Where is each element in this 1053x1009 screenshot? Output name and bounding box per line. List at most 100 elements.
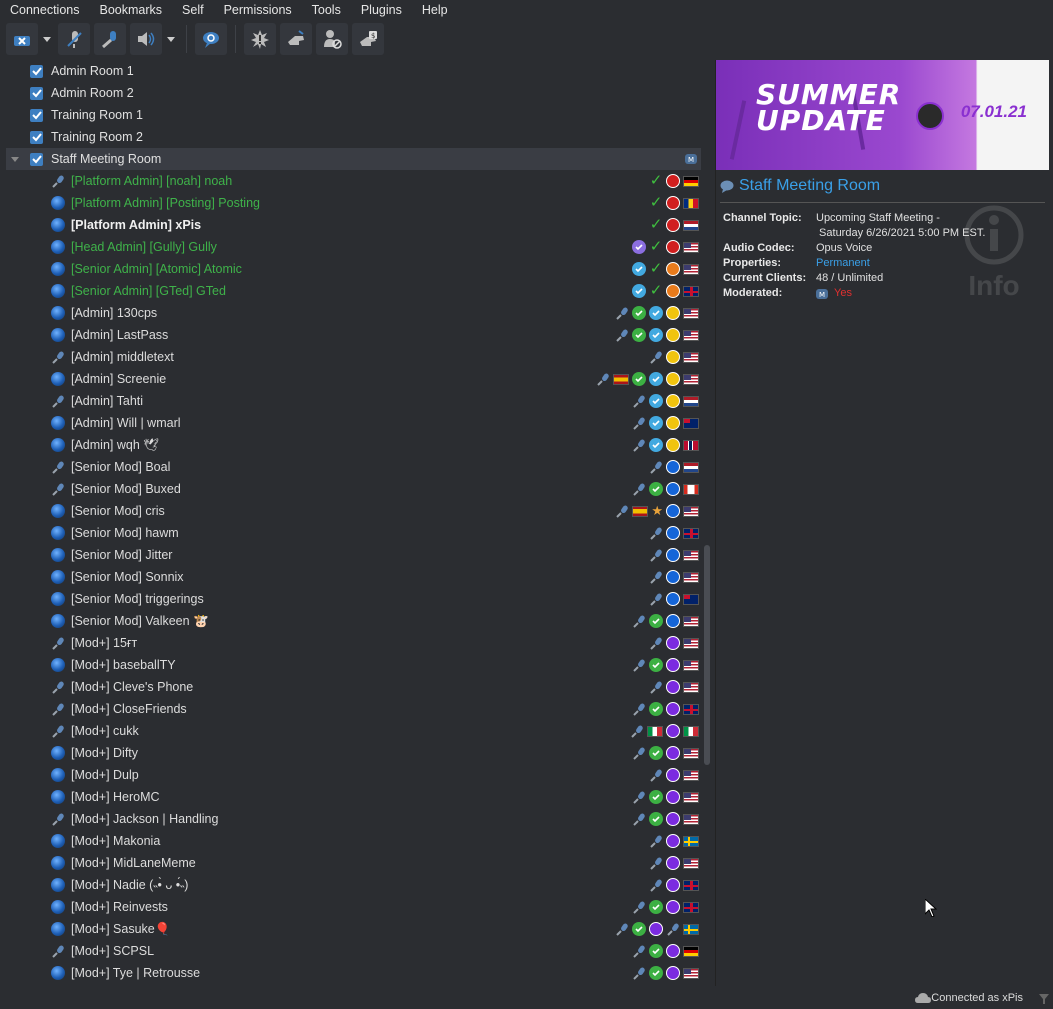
mute-microphone-button[interactable] xyxy=(58,23,90,55)
channel-row[interactable]: Training Room 2 xyxy=(6,126,701,148)
client-row[interactable]: [Mod+] Reinvests xyxy=(6,896,701,918)
client-row[interactable]: [Mod+] HeroMC xyxy=(6,786,701,808)
country-flag-icon xyxy=(683,527,699,539)
menu-permissions[interactable]: Permissions xyxy=(214,0,302,20)
channel-icon xyxy=(30,130,43,144)
client-badges xyxy=(649,460,699,474)
server-query-button[interactable]: $ xyxy=(352,23,384,55)
microphone-icon xyxy=(649,636,663,650)
client-row[interactable]: [Mod+] cukk xyxy=(6,720,701,742)
client-row[interactable]: [Senior Mod] cris ★ xyxy=(6,500,701,522)
client-name: [Mod+] cukk xyxy=(71,724,139,738)
mute-speakers-button[interactable] xyxy=(130,23,162,55)
speaker-dropdown[interactable] xyxy=(166,23,176,55)
client-row[interactable]: [Senior Admin] [Atomic] Atomic ✓ xyxy=(6,258,701,280)
client-badges xyxy=(630,724,699,738)
channel-row[interactable]: Training Room 1 xyxy=(6,104,701,126)
client-name: [Mod+] HeroMC xyxy=(71,790,160,804)
rank-badge-icon xyxy=(666,306,680,320)
properties-link[interactable]: Permanent xyxy=(816,256,870,271)
client-row[interactable]: [Mod+] MidLaneMeme xyxy=(6,852,701,874)
client-row[interactable]: [Senior Mod] Sonnix xyxy=(6,566,701,588)
rank-badge-icon xyxy=(666,460,680,474)
client-status-icon xyxy=(51,504,65,518)
client-row[interactable]: [Admin] LastPass xyxy=(6,324,701,346)
client-badges xyxy=(649,834,699,848)
client-row[interactable]: [Mod+] Difty xyxy=(6,742,701,764)
client-row[interactable]: [Senior Mod] Boal xyxy=(6,456,701,478)
channel-row[interactable]: Admin Room 1 xyxy=(6,60,701,82)
poke-button[interactable] xyxy=(244,23,276,55)
microphone-icon xyxy=(102,31,116,49)
client-row[interactable]: [Mod+] Sasuke🎈 xyxy=(6,918,701,940)
client-row[interactable]: [Mod+] 15ғт xyxy=(6,632,701,654)
channel-tree[interactable]: Admin Room 1 Admin Room 2 Training Room 1 T… xyxy=(6,60,701,986)
client-row[interactable]: [Mod+] Dulp xyxy=(6,764,701,786)
microphone-icon xyxy=(632,790,646,804)
country-flag-icon xyxy=(683,835,699,847)
client-row[interactable]: [Mod+] Makonia xyxy=(6,830,701,852)
client-row[interactable]: [Admin] wqh 🕊 xyxy=(6,434,701,456)
away-button[interactable] xyxy=(195,23,227,55)
country-flag-icon xyxy=(683,461,699,473)
scrollbar-thumb[interactable] xyxy=(704,545,710,765)
channel-row[interactable]: Admin Room 2 xyxy=(6,82,701,104)
client-row[interactable]: [Senior Mod] triggerings xyxy=(6,588,701,610)
client-badges xyxy=(632,482,699,496)
menu-connections[interactable]: Connections xyxy=(0,0,90,20)
client-row[interactable]: [Mod+] Jackson | Handling xyxy=(6,808,701,830)
verified-badge-icon xyxy=(649,416,663,430)
filter-icon[interactable] xyxy=(1039,994,1049,1004)
menu-self[interactable]: Self xyxy=(172,0,214,20)
ban-user-button[interactable] xyxy=(316,23,348,55)
client-row[interactable]: [Platform Admin] [Posting] Posting ✓ xyxy=(6,192,701,214)
check-icon: ✓ xyxy=(649,172,663,189)
chat-bubble-icon xyxy=(203,32,219,48)
channel-name: Staff Meeting Room xyxy=(51,152,162,166)
client-row[interactable]: [Mod+] Cleve's Phone xyxy=(6,676,701,698)
client-row[interactable]: [Platform Admin] [noah] noah ✓ xyxy=(6,170,701,192)
menu-bookmarks[interactable]: Bookmarks xyxy=(90,0,173,20)
rank-badge-icon xyxy=(666,350,680,364)
verified-badge-icon xyxy=(649,328,663,342)
client-name: [Senior Mod] hawm xyxy=(71,526,179,540)
client-row[interactable]: [Mod+] Nadie (˵•̀ ᴗ •́˵) xyxy=(6,874,701,896)
info-row-moderated: Moderated: M Yes xyxy=(723,286,985,301)
client-row[interactable]: [Mod+] SCPSL xyxy=(6,940,701,962)
chevron-down-icon[interactable] xyxy=(11,156,19,162)
channel-tree-scrollbar[interactable] xyxy=(703,60,711,986)
client-row[interactable]: [Admin] Screenie xyxy=(6,368,701,390)
info-key: Properties: xyxy=(723,257,782,269)
client-row[interactable]: [Mod+] Tye | Retrousse xyxy=(6,962,701,984)
menu-tools[interactable]: Tools xyxy=(302,0,351,20)
client-row[interactable]: [Admin] 130cps xyxy=(6,302,701,324)
client-row[interactable]: [Mod+] CloseFriends xyxy=(6,698,701,720)
channel-row[interactable]: Staff Meeting Room M xyxy=(6,148,701,170)
client-row[interactable]: [Mod+] baseballTY xyxy=(6,654,701,676)
disconnect-button[interactable] xyxy=(6,23,38,55)
client-row[interactable]: [Admin] middletext xyxy=(6,346,701,368)
rank-badge-icon xyxy=(666,592,680,606)
client-row[interactable]: [Admin] Tahti xyxy=(6,390,701,412)
menu-help[interactable]: Help xyxy=(412,0,458,20)
hand-icon xyxy=(288,30,304,45)
microphone-muted-icon xyxy=(67,31,82,48)
client-row[interactable]: [Senior Mod] Buxed xyxy=(6,478,701,500)
push-to-talk-button[interactable] xyxy=(94,23,126,55)
client-row[interactable]: [Senior Mod] Valkeen 🐮 xyxy=(6,610,701,632)
rank-badge-icon xyxy=(666,548,680,562)
verified-badge-icon xyxy=(649,306,663,320)
client-row[interactable]: [Senior Admin] [GTed] GTed ✓ xyxy=(6,280,701,302)
verified-badge-icon xyxy=(649,438,663,452)
whisper-button[interactable] xyxy=(280,23,312,55)
check-icon: ✓ xyxy=(649,216,663,233)
disconnect-dropdown[interactable] xyxy=(42,23,52,55)
client-row[interactable]: [Platform Admin] xPis ✓ xyxy=(6,214,701,236)
menu-plugins[interactable]: Plugins xyxy=(351,0,412,20)
client-row[interactable]: [Admin] Will | wmarl xyxy=(6,412,701,434)
client-row[interactable]: [Head Admin] [Gully] Gully ✓ xyxy=(6,236,701,258)
client-row[interactable]: [Senior Mod] Jitter xyxy=(6,544,701,566)
client-row[interactable]: [Senior Mod] hawm xyxy=(6,522,701,544)
client-badges: ✓ xyxy=(632,283,699,298)
client-name: [Admin] LastPass xyxy=(71,328,169,342)
